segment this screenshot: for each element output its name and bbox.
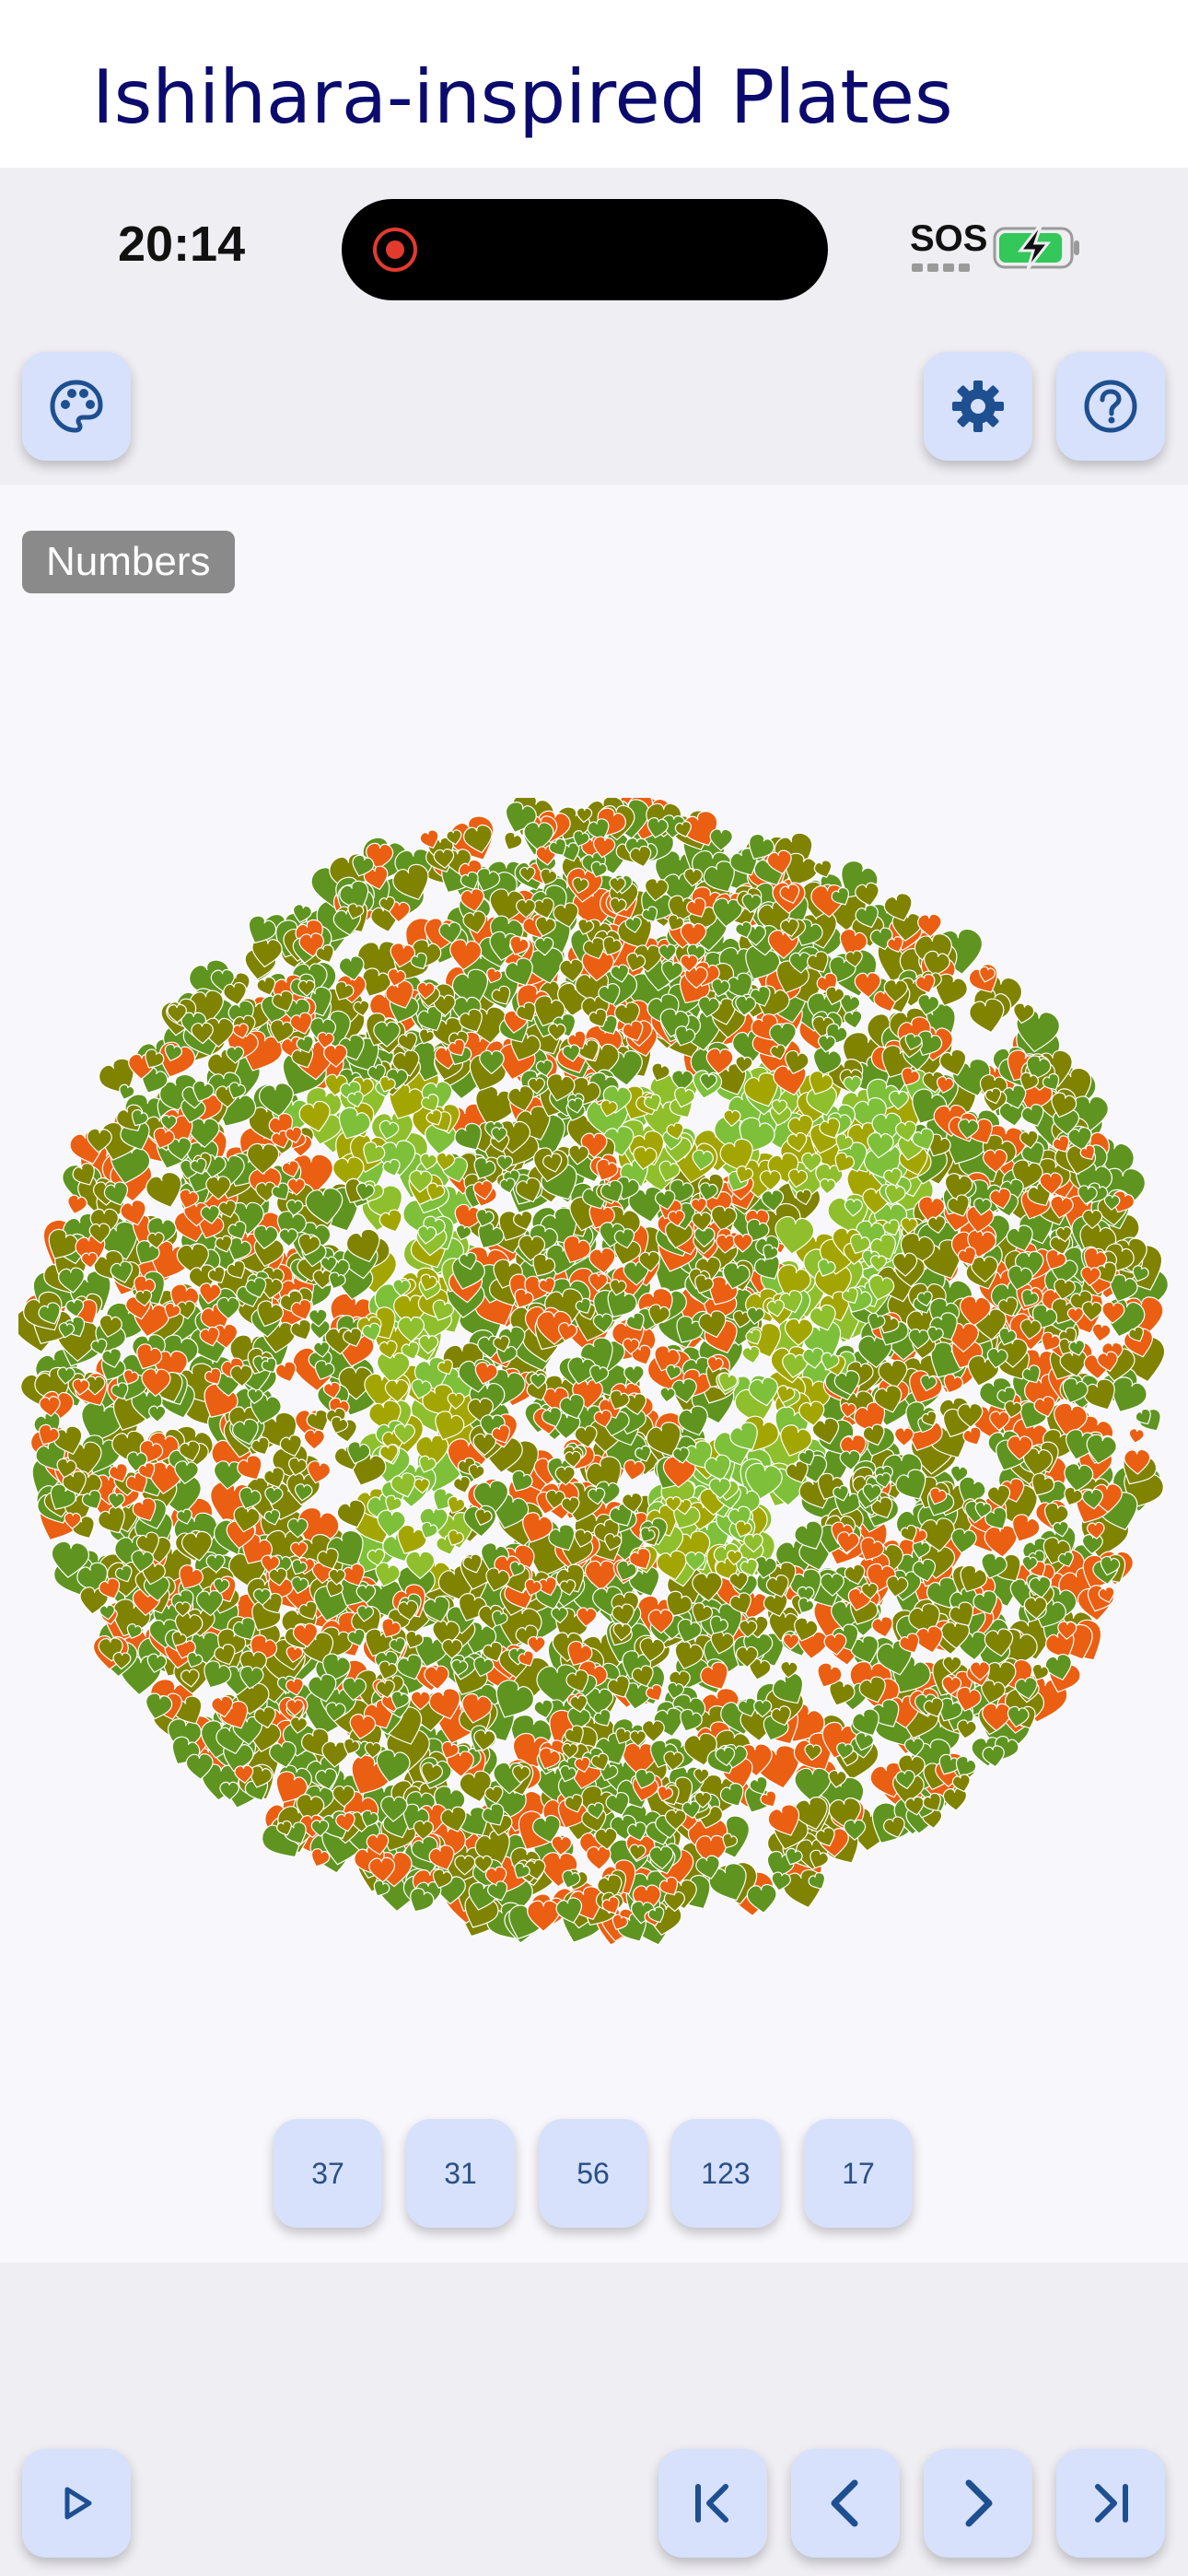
answer-button-37[interactable]: 37 <box>274 2119 382 2228</box>
status-bar: 20:14 SOS <box>0 168 1188 306</box>
last-plate-button[interactable] <box>1056 2449 1165 2558</box>
ishihara-plate <box>18 798 1169 1946</box>
status-time: 20:14 <box>118 217 246 272</box>
plate-dot <box>623 1459 646 1481</box>
play-icon <box>64 2487 92 2520</box>
screen-recording-icon <box>373 228 417 272</box>
main-content: Numbers 37 31 56 123 17 <box>0 485 1188 2263</box>
first-plate-button[interactable] <box>658 2449 767 2558</box>
signal-icon <box>912 263 970 272</box>
answer-button-56[interactable]: 56 <box>539 2119 647 2228</box>
plate-dot <box>741 1345 761 1364</box>
app-title: Ishihara-inspired Plates <box>92 54 953 140</box>
plate-dot <box>148 1405 167 1423</box>
plate-dots <box>18 798 1169 1946</box>
bottom-navigation <box>0 2263 1188 2576</box>
gear-icon <box>952 381 1004 432</box>
previous-plate-button[interactable] <box>791 2449 900 2558</box>
help-icon <box>1084 380 1137 433</box>
first-icon <box>695 2484 728 2523</box>
dynamic-island <box>342 199 828 300</box>
sos-indicator: SOS <box>910 218 988 259</box>
previous-icon <box>831 2479 858 2527</box>
plate-dot <box>659 1387 676 1403</box>
category-badge: Numbers <box>22 531 235 593</box>
help-button[interactable] <box>1056 352 1165 461</box>
palette-button[interactable] <box>22 352 131 461</box>
next-icon <box>965 2479 993 2527</box>
top-toolbar <box>0 306 1188 485</box>
battery-charging-icon <box>993 225 1079 270</box>
answer-options: 37 31 56 123 17 <box>0 2119 1188 2230</box>
answer-button-123[interactable]: 123 <box>671 2119 780 2228</box>
plate-dot <box>303 1429 325 1450</box>
plate-dot <box>893 1427 914 1447</box>
play-button[interactable] <box>22 2449 131 2558</box>
settings-button[interactable] <box>924 352 1032 461</box>
title-bar: Ishihara-inspired Plates <box>0 0 1188 168</box>
plate-dot <box>819 1177 836 1195</box>
plate-dot <box>1091 1323 1112 1342</box>
next-plate-button[interactable] <box>924 2449 1032 2558</box>
palette-icon <box>50 380 103 433</box>
last-icon <box>1095 2484 1128 2523</box>
plate-dot <box>1128 1428 1145 1444</box>
answer-button-31[interactable]: 31 <box>406 2119 515 2228</box>
answer-button-17[interactable]: 17 <box>804 2119 913 2228</box>
